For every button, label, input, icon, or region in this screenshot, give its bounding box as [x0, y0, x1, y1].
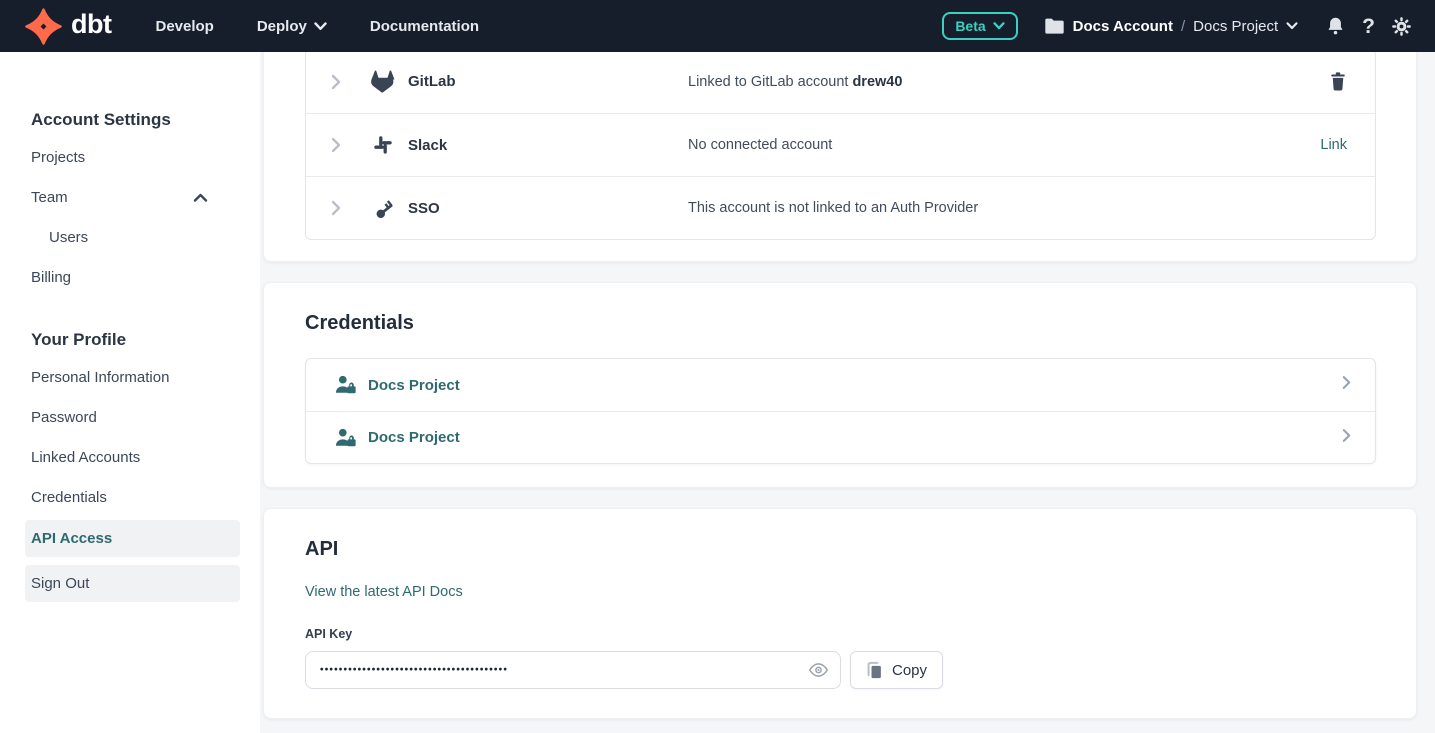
- api-title: API: [264, 509, 1416, 564]
- linked-account-name: SSO: [408, 200, 688, 217]
- chevron-right-icon[interactable]: [324, 137, 348, 153]
- api-docs-link[interactable]: View the latest API Docs: [305, 582, 463, 602]
- sidebar-item-team[interactable]: Team: [0, 178, 260, 218]
- top-nav: dbt Develop Deploy Documentation Beta Do…: [0, 0, 1435, 52]
- nav-right-cluster: Beta Docs Account / Docs Project ?: [942, 12, 1412, 40]
- beta-dropdown[interactable]: Beta: [942, 12, 1017, 40]
- breadcrumb-separator: /: [1181, 18, 1185, 35]
- user-credentials-icon: [334, 374, 358, 396]
- sidebar-item-password-label: Password: [31, 398, 97, 438]
- beta-label: Beta: [955, 18, 985, 34]
- settings-icon[interactable]: [1391, 16, 1412, 37]
- chevron-right-icon: [1342, 375, 1351, 395]
- chevron-down-icon: [1286, 22, 1298, 30]
- sidebar-item-linked-accounts[interactable]: Linked Accounts: [0, 438, 260, 478]
- sidebar-item-team-label: Team: [31, 178, 68, 218]
- sidebar-item-billing[interactable]: Billing: [0, 258, 260, 298]
- credential-project-label: Docs Project: [368, 429, 460, 446]
- copy-button-label: Copy: [892, 662, 927, 679]
- linked-accounts-list: GitLab Linked to GitLab account drew40: [305, 52, 1376, 240]
- status-account-name: drew40: [852, 74, 902, 90]
- linked-account-status: No connected account: [688, 137, 1308, 153]
- breadcrumb-project-dropdown[interactable]: Docs Project: [1193, 18, 1298, 35]
- chevron-right-icon: [1342, 428, 1351, 448]
- credential-row[interactable]: Docs Project: [306, 359, 1375, 411]
- linked-account-status: This account is not linked to an Auth Pr…: [688, 200, 1347, 216]
- chevron-down-icon: [993, 22, 1005, 30]
- chevron-down-icon: [314, 22, 327, 31]
- nav-link-deploy-label: Deploy: [257, 18, 307, 35]
- api-card: API View the latest API Docs API Key •••…: [263, 508, 1417, 719]
- dbt-brand[interactable]: dbt: [25, 8, 111, 45]
- folder-icon: [1044, 17, 1065, 35]
- api-key-row: ••••••••••••••••••••••••••••••••••••••••: [305, 651, 1416, 689]
- sidebar-item-personal-information[interactable]: Personal Information: [0, 358, 260, 398]
- status-text: Linked to GitLab account: [688, 74, 852, 90]
- sidebar-item-personal-information-label: Personal Information: [31, 358, 169, 398]
- sidebar: Account Settings Projects Team Users Bil…: [0, 52, 260, 733]
- credentials-title: Credentials: [264, 283, 1416, 338]
- linked-account-name: Slack: [408, 137, 688, 154]
- nav-link-deploy[interactable]: Deploy: [257, 18, 327, 35]
- sidebar-heading-account-settings: Account Settings: [31, 108, 260, 132]
- api-key-masked-value: ••••••••••••••••••••••••••••••••••••••••: [320, 665, 508, 676]
- help-icon[interactable]: ?: [1362, 16, 1375, 37]
- sidebar-item-credentials[interactable]: Credentials: [0, 478, 260, 518]
- dbt-logo-icon: [25, 8, 62, 45]
- api-key-input[interactable]: ••••••••••••••••••••••••••••••••••••••••: [305, 651, 841, 689]
- sidebar-item-sign-out-label: Sign Out: [31, 575, 89, 592]
- sidebar-item-credentials-label: Credentials: [31, 478, 107, 518]
- sso-key-icon: [370, 197, 396, 219]
- sidebar-item-billing-label: Billing: [31, 258, 71, 298]
- sidebar-item-projects-label: Projects: [31, 138, 85, 178]
- chevron-right-icon[interactable]: [324, 200, 348, 216]
- nav-link-develop-label: Develop: [155, 18, 213, 35]
- sidebar-item-linked-accounts-label: Linked Accounts: [31, 438, 140, 478]
- sidebar-item-sign-out[interactable]: Sign Out: [25, 565, 240, 602]
- sidebar-section-gap: [0, 298, 260, 328]
- gitlab-icon: [370, 70, 396, 93]
- credential-project-label: Docs Project: [368, 377, 460, 394]
- breadcrumb-account[interactable]: Docs Account: [1073, 18, 1173, 35]
- linked-account-row-gitlab: GitLab Linked to GitLab account drew40: [306, 52, 1375, 113]
- credential-row[interactable]: Docs Project: [306, 411, 1375, 463]
- chevron-up-icon: [193, 193, 208, 203]
- slack-icon: [370, 134, 396, 156]
- linked-account-name: GitLab: [408, 73, 688, 90]
- brand-text: dbt: [71, 11, 111, 42]
- linked-account-row-sso: SSO This account is not linked to an Aut…: [306, 176, 1375, 239]
- api-key-label: API Key: [305, 627, 1416, 642]
- linked-account-row-slack: Slack No connected account Link: [306, 113, 1375, 176]
- linked-account-status: Linked to GitLab account drew40: [688, 74, 1317, 90]
- breadcrumb-project-label: Docs Project: [1193, 18, 1278, 35]
- copy-api-key-button[interactable]: Copy: [850, 651, 943, 689]
- delete-icon[interactable]: [1329, 71, 1347, 92]
- nav-link-develop[interactable]: Develop: [155, 18, 213, 35]
- sidebar-item-api-access[interactable]: API Access: [25, 520, 240, 557]
- user-credentials-icon: [334, 427, 358, 449]
- sidebar-item-projects[interactable]: Projects: [0, 138, 260, 178]
- credentials-card: Credentials Docs Project: [263, 282, 1417, 488]
- linked-accounts-card: GitLab Linked to GitLab account drew40: [263, 52, 1417, 262]
- nav-link-documentation[interactable]: Documentation: [370, 18, 479, 35]
- link-account-button[interactable]: Link: [1320, 137, 1347, 153]
- copy-icon: [866, 661, 883, 680]
- sidebar-item-users-label: Users: [49, 218, 88, 258]
- sidebar-item-api-access-label: API Access: [31, 530, 112, 547]
- sidebar-heading-your-profile: Your Profile: [31, 328, 260, 352]
- breadcrumb: Docs Account / Docs Project: [1044, 17, 1299, 35]
- show-key-icon[interactable]: [808, 662, 829, 678]
- notifications-icon[interactable]: [1325, 15, 1346, 37]
- credentials-list: Docs Project: [305, 358, 1376, 464]
- main-content: GitLab Linked to GitLab account drew40: [260, 52, 1435, 733]
- chevron-right-icon[interactable]: [324, 74, 348, 90]
- nav-icon-cluster: ?: [1325, 15, 1412, 37]
- sidebar-item-password[interactable]: Password: [0, 398, 260, 438]
- nav-link-documentation-label: Documentation: [370, 18, 479, 35]
- sidebar-item-users[interactable]: Users: [0, 218, 260, 258]
